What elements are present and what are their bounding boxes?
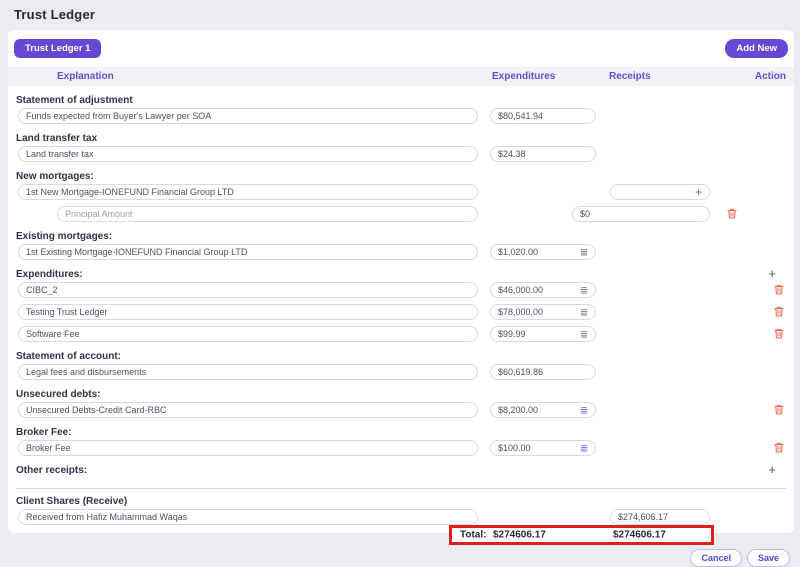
column-header-explanation: Explanation	[57, 71, 114, 82]
explanation-input[interactable]: Unsecured Debts-Credit Card-RBC	[18, 402, 478, 418]
section-label: Unsecured debts:	[16, 390, 786, 400]
expenditure-input[interactable]: $100.00	[490, 440, 596, 456]
expenditure-input[interactable]: $46,000.00	[490, 282, 596, 298]
explanation-input[interactable]: 1st New Mortgage-IONEFUND Financial Grou…	[18, 184, 478, 200]
explanation-input[interactable]: Legal fees and disbursements	[18, 364, 478, 380]
section-statement-of-account: Statement of account: Legal fees and dis…	[8, 352, 794, 380]
expenditure-input[interactable]: $8,200.00	[490, 402, 596, 418]
total-receipts-value: $274606.17	[613, 530, 666, 541]
receipt-input[interactable]: $274,606.17	[610, 509, 710, 525]
ledger-row: Legal fees and disbursements $60,619.86	[8, 364, 794, 380]
section-unsecured-debts: Unsecured debts: Unsecured Debts-Credit …	[8, 390, 794, 418]
principal-amount-input[interactable]: Principal Amount	[57, 206, 478, 222]
total-highlight-box: Total: $274606.17 $274606.17	[449, 525, 714, 545]
add-new-button[interactable]: Add New	[725, 39, 788, 58]
ledger-row: Software Fee $99.99	[8, 326, 794, 342]
ledger-row: Unsecured Debts-Credit Card-RBC $8,200.0…	[8, 402, 794, 418]
explanation-input[interactable]: Received from Hafiz Muhammad Waqas	[18, 509, 478, 525]
add-expenditure-button[interactable]: +	[768, 267, 776, 280]
total-label: Total:	[460, 530, 486, 541]
ledger-row: 1st Existing Mortgage-IONEFUND Financial…	[8, 244, 794, 260]
expenditure-input[interactable]: $78,000.00	[490, 304, 596, 320]
explanation-input[interactable]: CIBC_2	[18, 282, 478, 298]
section-existing-mortgages: Existing mortgages: 1st Existing Mortgag…	[8, 232, 794, 260]
ledger-row-principal: Principal Amount $0	[8, 206, 794, 222]
delete-row-button[interactable]	[774, 284, 784, 295]
ledger-row: Funds expected from Buyer's Lawyer per S…	[8, 108, 794, 124]
list-icon[interactable]	[580, 286, 588, 294]
add-receipt-button[interactable]: +	[768, 463, 776, 476]
column-header-action: Action	[755, 71, 786, 82]
explanation-input[interactable]: Software Fee	[18, 326, 478, 342]
delete-row-button[interactable]	[774, 328, 784, 339]
ledger-row: Received from Hafiz Muhammad Waqas $274,…	[8, 509, 794, 525]
plus-icon: +	[768, 266, 776, 281]
section-new-mortgages: New mortgages: 1st New Mortgage-IONEFUND…	[8, 172, 794, 222]
column-header-receipts: Receipts	[609, 71, 651, 82]
trash-icon	[774, 306, 784, 317]
add-principal-button[interactable]: +	[695, 187, 702, 197]
trash-icon	[727, 208, 737, 219]
column-header-expenditures: Expenditures	[492, 71, 555, 82]
section-broker-fee: Broker Fee: Broker Fee $100.00	[8, 428, 794, 456]
section-label: Existing mortgages:	[16, 232, 786, 242]
trust-ledger-tab-button[interactable]: Trust Ledger 1	[14, 39, 101, 58]
delete-principal-button[interactable]	[727, 208, 737, 219]
ledger-row: Testing Trust Ledger $78,000.00	[8, 304, 794, 320]
trash-icon	[774, 328, 784, 339]
section-label: Broker Fee:	[16, 428, 786, 438]
principal-receipt-input[interactable]: $0	[572, 206, 710, 222]
ledger-row: Land transfer tax $24.38	[8, 146, 794, 162]
ledger-row: 1st New Mortgage-IONEFUND Financial Grou…	[8, 184, 794, 200]
list-icon[interactable]	[580, 406, 588, 414]
delete-row-button[interactable]	[774, 442, 784, 453]
section-statement-of-adjustment: Statement of adjustment Funds expected f…	[8, 96, 794, 124]
list-icon[interactable]	[580, 444, 588, 452]
section-label: Other receipts: +	[16, 466, 786, 476]
receipt-input[interactable]: +	[610, 184, 710, 200]
trust-ledger-panel: Trust Ledger 1 Add New Explanation Expen…	[8, 30, 794, 533]
list-icon[interactable]	[580, 330, 588, 338]
plus-icon: +	[768, 462, 776, 477]
save-button[interactable]: Save	[747, 549, 790, 567]
toolbar: Trust Ledger 1 Add New	[8, 30, 794, 63]
cancel-button[interactable]: Cancel	[690, 549, 742, 567]
section-land-transfer-tax: Land transfer tax Land transfer tax $24.…	[8, 134, 794, 162]
section-label: Land transfer tax	[16, 134, 786, 144]
explanation-input[interactable]: Land transfer tax	[18, 146, 478, 162]
section-label: New mortgages:	[16, 172, 786, 182]
expenditure-input[interactable]: $80,541.94	[490, 108, 596, 124]
section-other-receipts: Other receipts: +	[8, 466, 794, 476]
list-icon[interactable]	[580, 248, 588, 256]
section-label: Statement of account:	[16, 352, 786, 362]
delete-row-button[interactable]	[774, 404, 784, 415]
expenditure-input[interactable]: $1,020.00	[490, 244, 596, 260]
section-label: Statement of adjustment	[16, 96, 786, 106]
explanation-input[interactable]: 1st Existing Mortgage-IONEFUND Financial…	[18, 244, 478, 260]
trash-icon	[774, 284, 784, 295]
delete-row-button[interactable]	[774, 306, 784, 317]
explanation-input[interactable]: Testing Trust Ledger	[18, 304, 478, 320]
section-expenditures: Expenditures: + CIBC_2 $46,000.00 Testin…	[8, 270, 794, 342]
footer-actions: Cancel Save	[8, 549, 794, 567]
table-header-row: Explanation Expenditures Receipts Action	[8, 67, 794, 86]
expenditure-input[interactable]: $24.38	[490, 146, 596, 162]
divider	[16, 488, 786, 489]
section-client-shares: Client Shares (Receive) Received from Ha…	[8, 497, 794, 525]
list-icon[interactable]	[580, 308, 588, 316]
section-label: Expenditures: +	[16, 270, 786, 280]
expenditure-input[interactable]: $99.99	[490, 326, 596, 342]
total-row: Total: $274606.17 $274606.17	[8, 525, 794, 545]
ledger-row: Broker Fee $100.00	[8, 440, 794, 456]
trash-icon	[774, 404, 784, 415]
explanation-input[interactable]: Funds expected from Buyer's Lawyer per S…	[18, 108, 478, 124]
trash-icon	[774, 442, 784, 453]
expenditure-input[interactable]: $60,619.86	[490, 364, 596, 380]
total-expenditures-value: $274606.17	[493, 530, 546, 541]
explanation-input[interactable]: Broker Fee	[18, 440, 478, 456]
page-title: Trust Ledger	[14, 7, 95, 22]
ledger-row: CIBC_2 $46,000.00	[8, 282, 794, 298]
section-label: Client Shares (Receive)	[16, 497, 786, 507]
plus-icon: +	[695, 185, 702, 199]
